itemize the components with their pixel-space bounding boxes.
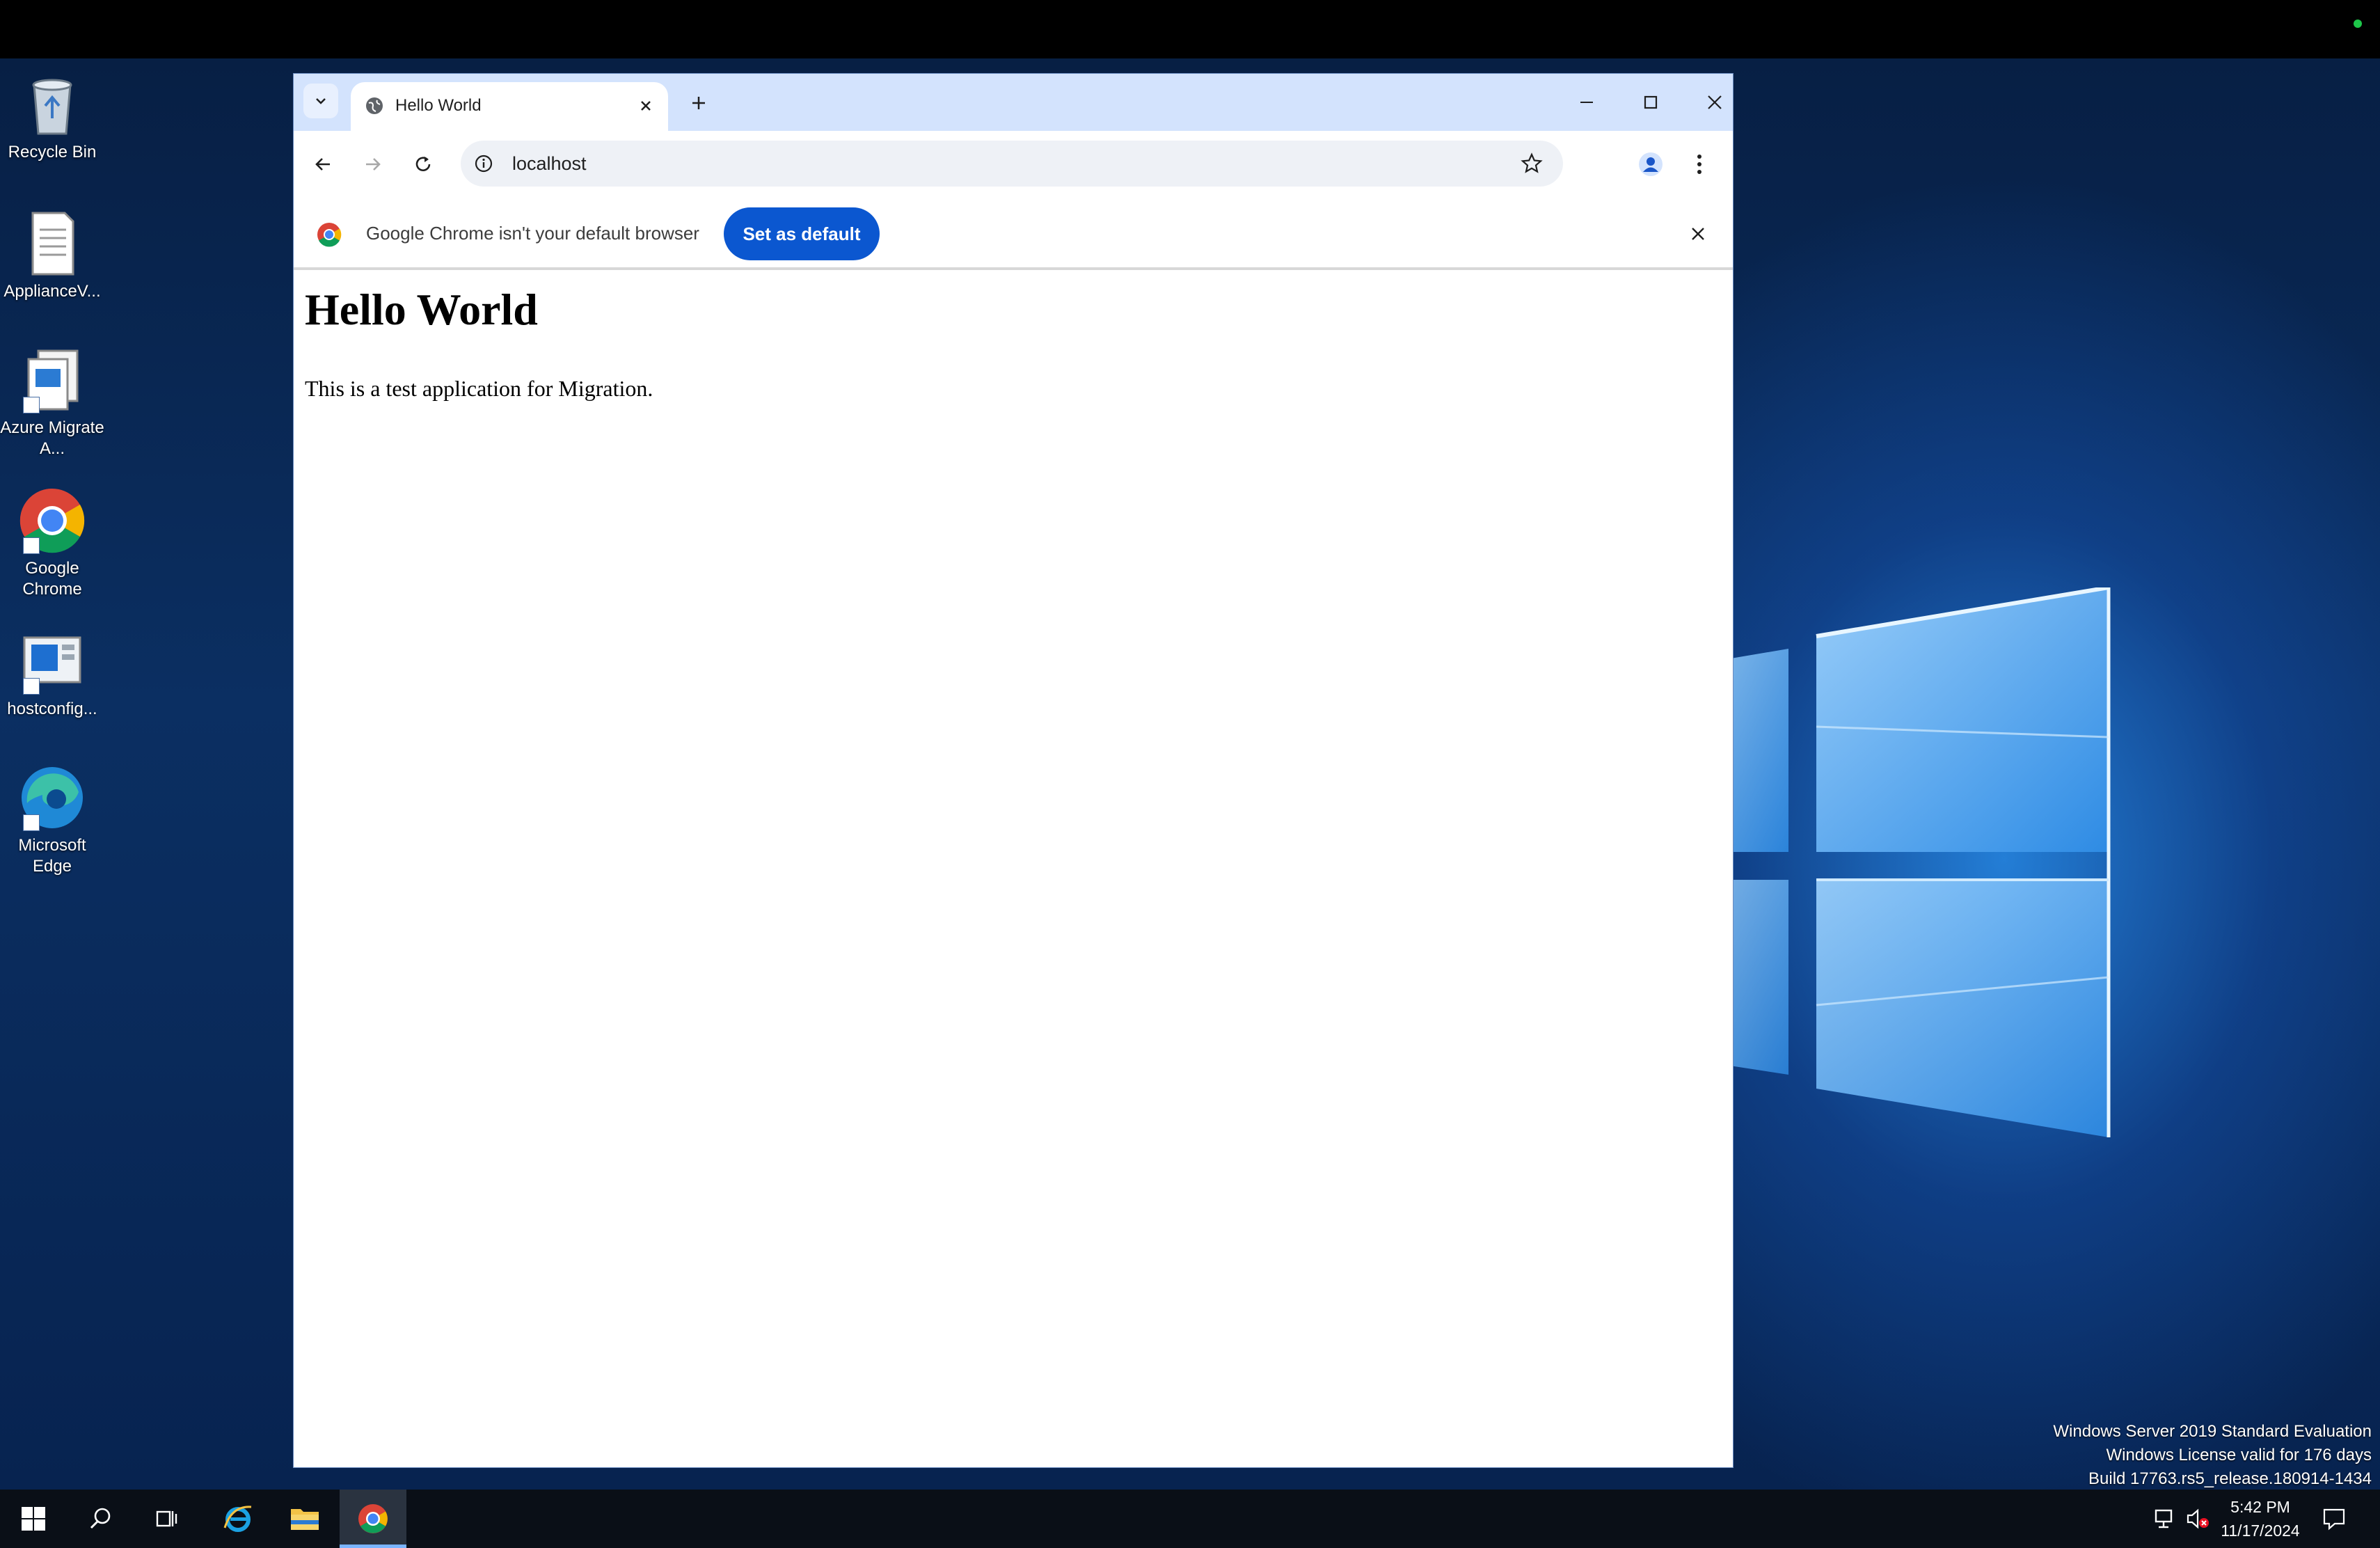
- tab-strip: Hello World: [294, 74, 1733, 131]
- recycle-bin-icon: [17, 70, 87, 139]
- desktop-icon-azure-migrate[interactable]: Azure Migrate A...: [0, 345, 104, 459]
- url-text: localhost: [512, 153, 587, 174]
- shortcut-arrow-icon: [23, 814, 40, 831]
- desktop-icon-label: Microsoft Edge: [18, 836, 86, 876]
- globe-icon: [366, 97, 383, 114]
- web-page-content: Hello World This is a test application f…: [294, 270, 1733, 1467]
- back-button[interactable]: [306, 148, 340, 181]
- desktop-icon-label: Azure Migrate A...: [0, 418, 104, 458]
- chrome-taskbar-button[interactable]: [340, 1490, 406, 1548]
- desktop-icon-label: Google Chrome: [22, 559, 82, 599]
- chrome-icon: [358, 1504, 388, 1533]
- network-icon: [2155, 1509, 2173, 1529]
- shortcut-arrow-icon: [23, 537, 40, 554]
- desktop-icon-label: hostconfig...: [7, 700, 97, 718]
- watermark-build: Build 17763.rs5_release.180914-1434: [2088, 1469, 2372, 1488]
- minimize-icon: [1580, 102, 1593, 103]
- close-icon: [1692, 228, 1704, 240]
- arrow-right-icon: [366, 158, 381, 171]
- minimize-button[interactable]: [1566, 85, 1608, 120]
- desktop-icon-hostconfig[interactable]: hostconfig...: [0, 626, 104, 720]
- page-paragraph: This is a test application for Migration…: [305, 376, 653, 401]
- watermark-license: Windows License valid for 176 days: [2106, 1446, 2372, 1464]
- edge-icon: [17, 763, 87, 832]
- infobar-close-button[interactable]: [1685, 221, 1711, 246]
- page-heading: Hello World: [305, 285, 538, 334]
- windows-start-icon: [22, 1507, 45, 1531]
- desktop-icon-recycle-bin[interactable]: Recycle Bin: [0, 70, 104, 163]
- address-bar[interactable]: localhost: [461, 141, 1563, 187]
- file-explorer-button[interactable]: [271, 1490, 338, 1548]
- watermark-edition: Windows Server 2019 Standard Evaluation: [2053, 1422, 2372, 1441]
- bookmark-button[interactable]: [1518, 150, 1545, 177]
- new-tab-button[interactable]: [683, 88, 714, 118]
- notification-icon: [2323, 1508, 2345, 1531]
- internet-explorer-button[interactable]: [205, 1490, 271, 1548]
- profile-button[interactable]: [1634, 148, 1667, 181]
- set-as-default-button[interactable]: Set as default: [724, 207, 880, 260]
- network-tray-button[interactable]: [2152, 1505, 2180, 1533]
- forward-button[interactable]: [356, 148, 390, 181]
- start-button[interactable]: [0, 1490, 67, 1548]
- hostconfig-icon: [17, 626, 87, 696]
- star-icon: [1521, 152, 1543, 173]
- close-window-button[interactable]: [1694, 85, 1736, 120]
- azure-migrate-icon: [17, 345, 87, 415]
- desktop-icon-google-chrome[interactable]: Google Chrome: [0, 486, 104, 600]
- tab-hello-world[interactable]: Hello World: [351, 82, 668, 131]
- chrome-icon: [17, 486, 87, 555]
- taskbar: 5:42 PM 11/17/2024: [0, 1490, 2380, 1548]
- desktop-icon-appliance[interactable]: ApplianceV...: [0, 209, 104, 302]
- folder-icon: [291, 1509, 319, 1530]
- close-icon: [1708, 95, 1722, 109]
- site-info-button[interactable]: [472, 152, 495, 175]
- search-icon: [90, 1508, 111, 1529]
- default-browser-infobar: Google Chrome isn't your default browser…: [294, 198, 1733, 270]
- info-icon: [475, 155, 493, 173]
- reload-button[interactable]: [406, 148, 440, 181]
- plus-icon: [692, 97, 705, 109]
- shortcut-arrow-icon: [23, 678, 40, 695]
- chrome-window: Hello World localhost Google Chrome isn'…: [294, 74, 1733, 1467]
- search-button[interactable]: [67, 1490, 134, 1548]
- text-file-icon: [17, 209, 87, 278]
- maximize-button[interactable]: [1630, 85, 1672, 120]
- task-view-button[interactable]: [134, 1490, 200, 1548]
- clock-date: 11/17/2024: [2221, 1522, 2300, 1540]
- status-dot: [2354, 19, 2362, 28]
- reload-icon: [415, 157, 431, 171]
- top-strip: [0, 0, 2380, 58]
- clock-time: 5:42 PM: [2230, 1498, 2290, 1516]
- shortcut-arrow-icon: [23, 397, 40, 413]
- toolbar: localhost: [294, 131, 1733, 198]
- windows-watermark: Windows Server 2019 Standard Evaluation …: [2053, 1420, 2372, 1491]
- tab-title: Hello World: [395, 96, 482, 115]
- tab-close-button[interactable]: [636, 96, 656, 116]
- chrome-logo-icon: [317, 223, 342, 247]
- desktop-icon-microsoft-edge[interactable]: Microsoft Edge: [0, 763, 104, 877]
- action-center-button[interactable]: [2320, 1505, 2348, 1533]
- internet-explorer-icon: [223, 1506, 252, 1532]
- windows-logo-wallpaper: [1698, 587, 2111, 1137]
- task-view-icon: [156, 1510, 177, 1527]
- maximize-icon: [1644, 95, 1658, 109]
- more-vertical-icon: [1697, 155, 1701, 174]
- infobar-message: Google Chrome isn't your default browser: [366, 223, 699, 244]
- taskbar-clock[interactable]: 5:42 PM 11/17/2024: [2205, 1495, 2316, 1542]
- chevron-down-icon: [316, 98, 326, 104]
- tab-search-button[interactable]: [303, 84, 338, 118]
- chrome-menu-button[interactable]: [1683, 148, 1716, 181]
- close-icon: [641, 101, 651, 111]
- avatar-icon: [1639, 152, 1663, 176]
- desktop-icon-label: ApplianceV...: [3, 282, 101, 301]
- desktop-icon-label: Recycle Bin: [8, 143, 97, 161]
- arrow-left-icon: [315, 158, 330, 171]
